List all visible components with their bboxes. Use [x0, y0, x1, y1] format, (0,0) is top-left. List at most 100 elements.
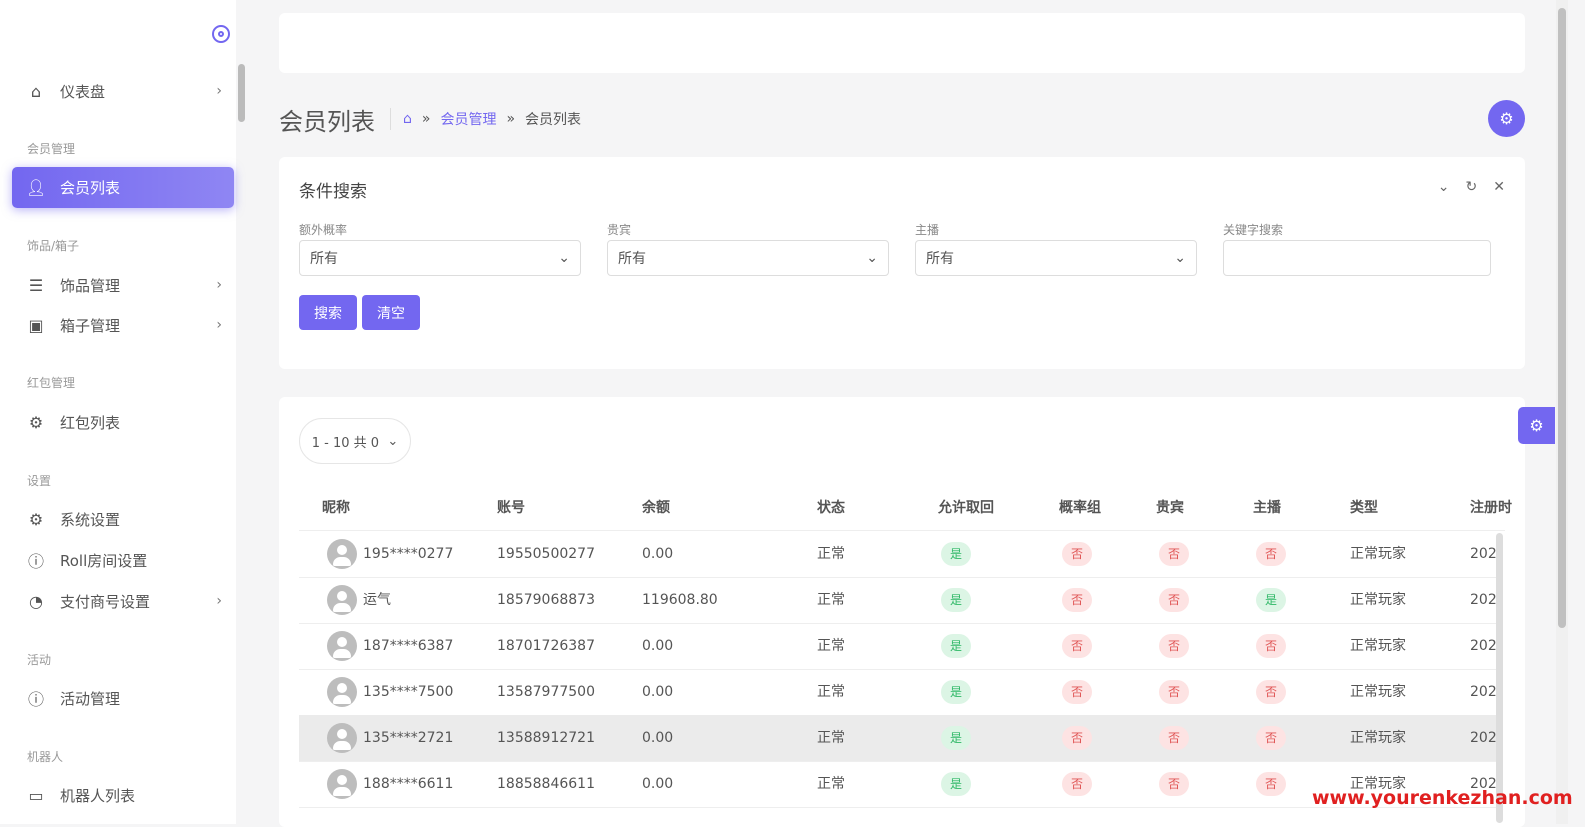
table-row[interactable]: 运气 18579068873 119608.80 正常 是 否 否 是 正常玩家 202	[299, 577, 1499, 624]
layout-icon: ▣	[28, 315, 44, 335]
breadcrumb-member-management[interactable]: 会员管理	[440, 109, 496, 129]
info-icon: ⓘ	[27, 690, 44, 709]
cell-account: 13587977500	[497, 684, 595, 700]
cell-name: 188****6611	[363, 776, 454, 792]
column-header[interactable]: 状态	[817, 497, 845, 517]
anchor-select[interactable]: 所有 ⌄	[915, 240, 1197, 276]
keyword-input[interactable]	[1223, 240, 1491, 276]
section-label: 活动	[27, 653, 52, 667]
cell-account: 18858846611	[497, 776, 595, 792]
column-header[interactable]: 昵称	[322, 497, 350, 517]
vip-select[interactable]: 所有 ⌄	[607, 240, 889, 276]
column-header[interactable]: 余额	[642, 497, 670, 517]
status-badge: 否	[1159, 542, 1189, 566]
sidebar-item-activity[interactable]: ⓘ 活动管理	[12, 678, 234, 718]
gear-icon: ⚙	[1499, 109, 1514, 128]
cell-name: 135****2721	[363, 730, 454, 746]
section-label: 红包管理	[27, 376, 76, 390]
section-label: 会员管理	[27, 142, 76, 156]
cell-name: 195****0277	[363, 546, 454, 562]
theme-settings-button[interactable]: ⚙	[1518, 407, 1555, 444]
status-badge: 否	[1256, 634, 1286, 658]
status-badge: 否	[1062, 542, 1092, 566]
cell-type: 正常玩家	[1350, 684, 1406, 700]
cell-name: 187****6387	[363, 638, 454, 654]
column-header[interactable]: 账号	[497, 497, 525, 517]
collapse-icon[interactable]: ⌄	[1438, 179, 1450, 195]
page-title: 会员列表	[279, 108, 375, 136]
sidebar-scrollbar[interactable]	[238, 64, 245, 122]
close-icon[interactable]: ✕	[1493, 179, 1505, 195]
refresh-icon[interactable]: ↻	[1466, 179, 1478, 195]
cell-type: 正常玩家	[1350, 638, 1406, 654]
status-badge: 是	[941, 542, 971, 566]
column-header[interactable]: 类型	[1350, 497, 1378, 517]
cell-reg: 202	[1470, 638, 1497, 654]
pie-icon: ◔	[29, 591, 43, 611]
table-row[interactable]: 135****7500 13587977500 0.00 正常 是 否 否 否 正常玩家 202	[299, 669, 1499, 716]
page-size-dropdown[interactable]: 1 - 10 共 0 ⌄	[299, 418, 411, 464]
sidebar-item-payment[interactable]: ◔ 支付商号设置 ›	[12, 581, 234, 621]
sidebar-item-redpacket[interactable]: ⚙ 红包列表	[12, 402, 234, 442]
section-label: 机器人	[27, 750, 64, 764]
sidebar-toggle-icon[interactable]	[212, 25, 230, 43]
status-badge: 否	[1062, 726, 1092, 750]
status-badge: 否	[1159, 634, 1189, 658]
cell-type: 正常玩家	[1350, 592, 1406, 608]
search-button[interactable]: 搜索	[299, 295, 357, 330]
keyword-filter: 关键字搜索	[1223, 221, 1491, 276]
cell-status: 正常	[817, 638, 845, 654]
cell-status: 正常	[817, 776, 845, 792]
cell-balance: 0.00	[642, 638, 674, 654]
settings-button[interactable]: ⚙	[1488, 100, 1525, 137]
page-scrollbar[interactable]	[1556, 0, 1568, 824]
section-label: 设置	[27, 474, 52, 488]
sidebar-item-member-list[interactable]: 👤︎ 会员列表	[12, 167, 234, 208]
cell-account: 19550500277	[497, 546, 595, 562]
table-row[interactable]: 135****2721 13588912721 0.00 正常 是 否 否 否 正常玩家 202	[299, 715, 1499, 762]
monitor-icon: ▭	[28, 785, 44, 805]
column-header[interactable]: 概率组	[1059, 497, 1101, 517]
sidebar-item-system-settings[interactable]: ⚙ 系统设置	[12, 499, 234, 539]
status-badge: 否	[1062, 588, 1092, 612]
chevron-down-icon: ⌄	[387, 433, 399, 449]
status-badge: 否	[1256, 772, 1286, 796]
column-header[interactable]: 允许取回	[938, 497, 994, 517]
user-icon: 👤︎	[26, 178, 47, 197]
column-header[interactable]: 主播	[1253, 497, 1281, 517]
sidebar-item-items[interactable]: ☰ 饰品管理 ›	[12, 265, 234, 305]
status-badge: 否	[1256, 726, 1286, 750]
cell-balance: 0.00	[642, 776, 674, 792]
status-badge: 是	[941, 588, 971, 612]
cell-reg: 202	[1470, 546, 1497, 562]
section-label: 饰品/箱子	[27, 239, 80, 253]
sidebar: ⌂ 仪表盘 › 会员管理 👤︎ 会员列表 饰品/箱子 ☰ 饰品管理 › ▣ 箱子管理 › 红包…	[0, 0, 236, 824]
status-badge: 是	[1256, 588, 1286, 612]
sidebar-item-roll-settings[interactable]: ⓘ Roll房间设置	[12, 540, 234, 580]
extra-probability-select[interactable]: 所有 ⌄	[299, 240, 581, 276]
anchor-filter: 主播 所有 ⌄	[915, 221, 1197, 276]
breadcrumb-current: 会员列表	[525, 112, 582, 128]
avatar	[327, 631, 357, 661]
status-badge: 否	[1159, 588, 1189, 612]
cell-balance: 0.00	[642, 684, 674, 700]
avatar	[327, 585, 357, 615]
column-header[interactable]: 注册时	[1470, 497, 1512, 517]
table-row[interactable]: 195****0277 19550500277 0.00 正常 是 否 否 否 正常玩家 202	[299, 531, 1499, 578]
cell-status: 正常	[817, 546, 845, 562]
status-badge: 否	[1159, 772, 1189, 796]
sidebar-item-dashboard[interactable]: ⌂ 仪表盘 ›	[12, 71, 234, 111]
sidebar-item-robots[interactable]: ▭ 机器人列表	[12, 775, 234, 815]
table-scrollbar[interactable]	[1496, 533, 1503, 823]
home-icon[interactable]: ⌂	[403, 111, 412, 127]
column-header[interactable]: 贵宾	[1156, 497, 1184, 517]
vip-filter: 贵宾 所有 ⌄	[607, 221, 889, 276]
status-badge: 否	[1062, 772, 1092, 796]
avatar	[327, 723, 357, 753]
chevron-down-icon: ⌄	[866, 250, 878, 266]
cell-account: 13588912721	[497, 730, 595, 746]
clear-button[interactable]: 清空	[362, 295, 420, 330]
table-row[interactable]: 187****6387 18701726387 0.00 正常 是 否 否 否 正常玩家 202	[299, 623, 1499, 670]
sidebar-item-boxes[interactable]: ▣ 箱子管理 ›	[12, 305, 234, 345]
status-badge: 是	[941, 726, 971, 750]
